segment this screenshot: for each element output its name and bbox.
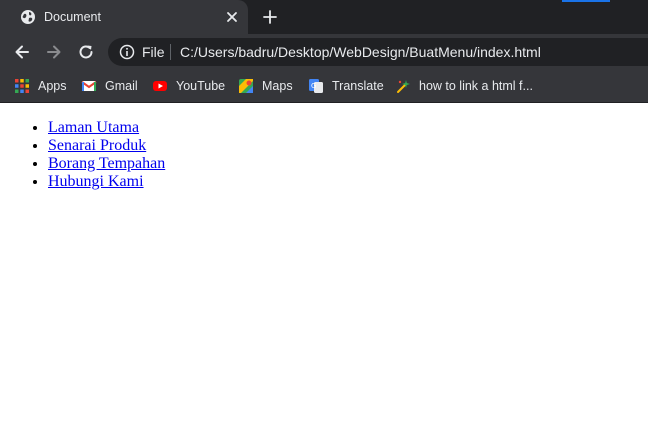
- bookmark-label: YouTube: [176, 79, 226, 93]
- bookmark-gmail[interactable]: Gmail: [81, 78, 138, 94]
- close-icon[interactable]: [224, 9, 240, 25]
- svg-text:G: G: [311, 82, 316, 90]
- maps-icon: [239, 79, 253, 93]
- menu-item: Laman Utama: [48, 119, 165, 137]
- navigation-menu: Laman Utama Senarai Produk Borang Tempah…: [8, 119, 165, 191]
- translate-icon: G: [309, 79, 323, 93]
- gmail-icon: [81, 81, 97, 91]
- plus-icon[interactable]: [261, 8, 279, 26]
- browser-toolbar: File C:/Users/badru/Desktop/WebDesign/Bu…: [0, 34, 648, 70]
- bookmark-label: how to link a html f...: [419, 79, 533, 93]
- bookmark-label: Maps: [262, 79, 293, 93]
- bookmark-how-to-link[interactable]: how to link a html f...: [395, 78, 533, 94]
- window-accent: [562, 0, 610, 2]
- bookmark-translate[interactable]: G Translate: [308, 78, 384, 94]
- reload-icon[interactable]: [77, 43, 95, 61]
- bookmarks-bar: Apps Gmail YouTube Maps G Translate how …: [0, 70, 648, 103]
- bookmark-label: Apps: [38, 79, 67, 93]
- url-text[interactable]: C:/Users/badru/Desktop/WebDesign/BuatMen…: [180, 44, 541, 60]
- menu-item: Senarai Produk: [48, 137, 165, 155]
- menu-item: Hubungi Kami: [48, 173, 165, 191]
- apps-grid-icon: [15, 79, 29, 93]
- globe-icon: [21, 10, 35, 24]
- bookmark-label: Translate: [332, 79, 384, 93]
- bookmark-apps[interactable]: Apps: [14, 78, 67, 94]
- tab-document[interactable]: Document: [0, 0, 248, 34]
- back-arrow-icon[interactable]: [13, 43, 31, 61]
- forward-arrow-icon[interactable]: [45, 43, 63, 61]
- bookmark-maps[interactable]: Maps: [238, 78, 293, 94]
- info-icon[interactable]: [119, 44, 135, 60]
- menu-item: Borang Tempahan: [48, 155, 165, 173]
- bookmark-label: Gmail: [105, 79, 138, 93]
- omnibox-divider: [170, 44, 171, 60]
- menu-link-hubungi-kami[interactable]: Hubungi Kami: [48, 173, 144, 190]
- menu-link-laman-utama[interactable]: Laman Utama: [48, 119, 139, 136]
- menu-link-senarai-produk[interactable]: Senarai Produk: [48, 137, 146, 154]
- tab-title: Document: [44, 10, 101, 24]
- menu-link-borang-tempahan[interactable]: Borang Tempahan: [48, 155, 165, 172]
- sparkle-icon: [397, 80, 410, 93]
- url-scheme-label[interactable]: File: [142, 44, 165, 60]
- address-bar[interactable]: File C:/Users/badru/Desktop/WebDesign/Bu…: [108, 38, 648, 66]
- bookmark-youtube[interactable]: YouTube: [152, 78, 225, 94]
- tab-strip: Document: [0, 0, 648, 34]
- youtube-icon: [153, 81, 167, 91]
- page-viewport: Laman Utama Senarai Produk Borang Tempah…: [0, 103, 648, 439]
